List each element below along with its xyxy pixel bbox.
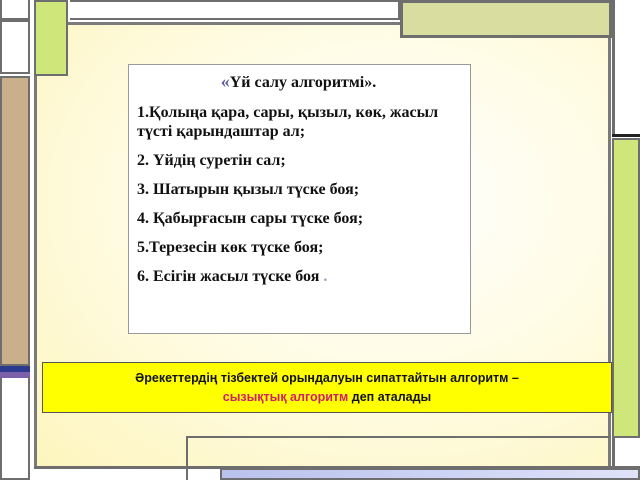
algorithm-step-6: 6. Есігін жасыл түске боя . bbox=[137, 267, 460, 286]
definition-text-before: Әрекеттердің тізбектей орындалуын сипатт… bbox=[135, 371, 519, 385]
algorithm-step-1: 1.Қолыңа қара, сары, қызыл, көк, жасыл т… bbox=[137, 104, 439, 140]
frame-divider-bottom bbox=[186, 436, 188, 480]
frame-line-bottom bbox=[186, 436, 611, 438]
frame-block-bottom-blue bbox=[220, 468, 640, 480]
frame-line-right bbox=[612, 134, 640, 137]
title-open-quote: « bbox=[220, 71, 230, 91]
algorithm-title: «Үй салу алгоритмі». bbox=[137, 71, 460, 93]
frame-block-left-white bbox=[0, 20, 30, 74]
frame-block-top-green bbox=[34, 0, 68, 76]
algorithm-step-4: 4. Қабырғасын сары түске боя; bbox=[137, 210, 364, 227]
frame-block-left-bottom bbox=[0, 378, 30, 480]
algorithm-step-5: 5.Терезесін көк түске боя; bbox=[137, 239, 324, 256]
frame-block-top-right bbox=[400, 0, 612, 38]
definition-highlight-term: сызықтық алгоритм bbox=[222, 390, 349, 404]
definition-box: Әрекеттердің тізбектей орындалуын сипатт… bbox=[42, 362, 612, 413]
frame-block-right-top bbox=[612, 0, 640, 135]
frame-block-left-tan bbox=[0, 76, 30, 366]
frame-block-top-white bbox=[70, 0, 400, 20]
algorithm-step-6-dot: . bbox=[323, 268, 328, 285]
algorithm-text-box: «Үй салу алгоритмі». 1.Қолыңа қара, сары… bbox=[128, 64, 471, 334]
algorithm-step-6-text: 6. Есігін жасыл түске боя bbox=[137, 268, 320, 285]
definition-text-after: деп аталады bbox=[348, 390, 432, 404]
frame-block-right-green bbox=[612, 138, 640, 438]
algorithm-title-text: Үй салу алгоритмі». bbox=[229, 74, 377, 91]
algorithm-step-2: 2. Үйдің суретін сал; bbox=[137, 152, 286, 169]
frame-block-top-left bbox=[0, 0, 30, 20]
algorithm-step-3: 3. Шатырын қызыл түске боя; bbox=[137, 181, 360, 198]
